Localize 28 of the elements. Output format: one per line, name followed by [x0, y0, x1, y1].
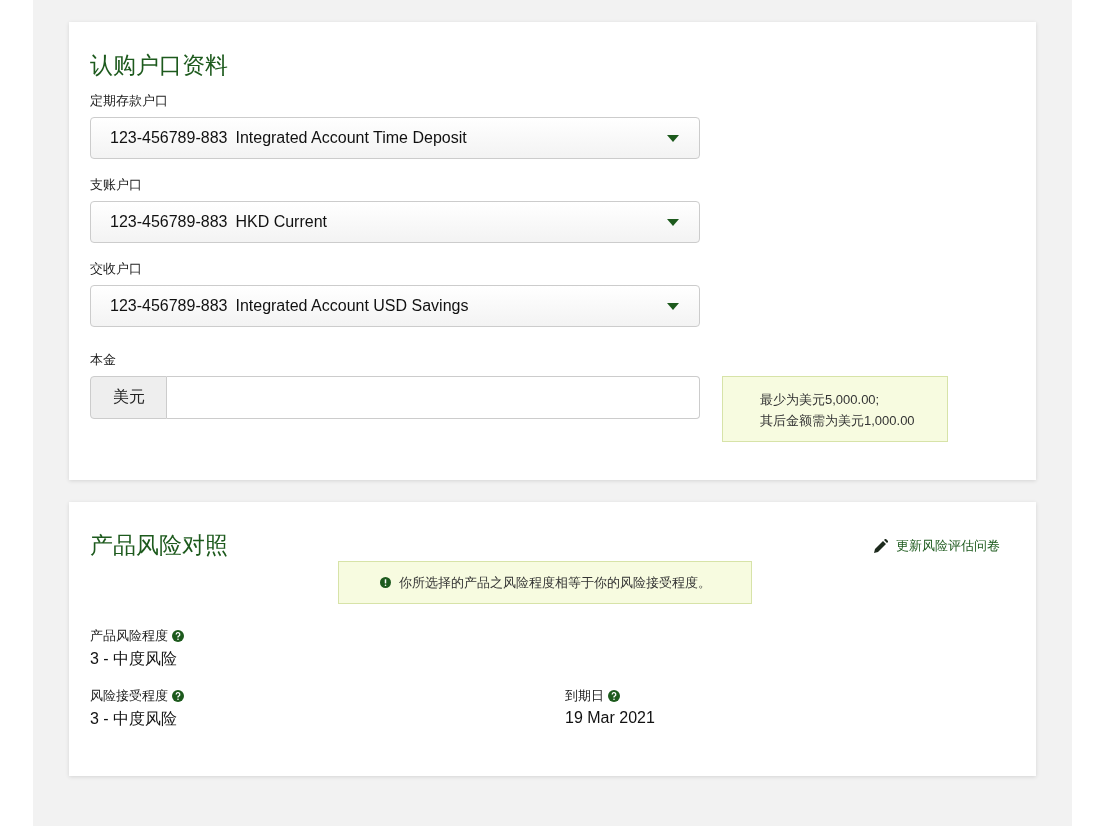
currency-label: 美元: [90, 376, 167, 419]
section-title: 认购户口资料: [90, 51, 229, 80]
field-value: 19 Mar 2021: [565, 709, 656, 727]
field-label: 产品风险程度: [90, 627, 168, 645]
account-select[interactable]: 123-456789-883 HKD Current: [90, 201, 700, 243]
risk-notice: 你所选择的产品之风险程度相等于你的风险接受程度。: [338, 561, 752, 604]
section-title: 产品风险对照: [90, 531, 228, 560]
field-label: 到期日: [565, 687, 604, 705]
help-icon[interactable]: [172, 690, 184, 702]
field-value: 3 - 中度风险: [90, 649, 179, 669]
questionnaire-link[interactable]: 更新风险评估问卷: [874, 536, 1000, 555]
field-label: 支账户口: [90, 176, 143, 194]
help-icon[interactable]: [608, 690, 620, 702]
caret-icon: [667, 302, 679, 310]
caret-icon: [667, 134, 679, 142]
account-select[interactable]: 123-456789-883 Integrated Account Time Deposit: [90, 117, 700, 159]
account-select[interactable]: 123-456789-883 Integrated Account USD Savings: [90, 285, 700, 327]
field-label: 交收户口: [90, 260, 143, 278]
caret-icon: [667, 218, 679, 226]
amount-hint: 最少为美元5,000.00; 其后金额需为美元1,000.00: [722, 376, 948, 442]
field-label: 定期存款户口: [90, 92, 169, 110]
help-icon[interactable]: [172, 630, 184, 642]
field-value: 3 - 中度风险: [90, 709, 179, 729]
info-icon: [379, 577, 391, 588]
field-label: 本金: [90, 351, 117, 369]
amount-field[interactable]: [167, 376, 700, 419]
pencil-icon: [874, 538, 888, 553]
field-label: 风险接受程度: [90, 687, 168, 705]
